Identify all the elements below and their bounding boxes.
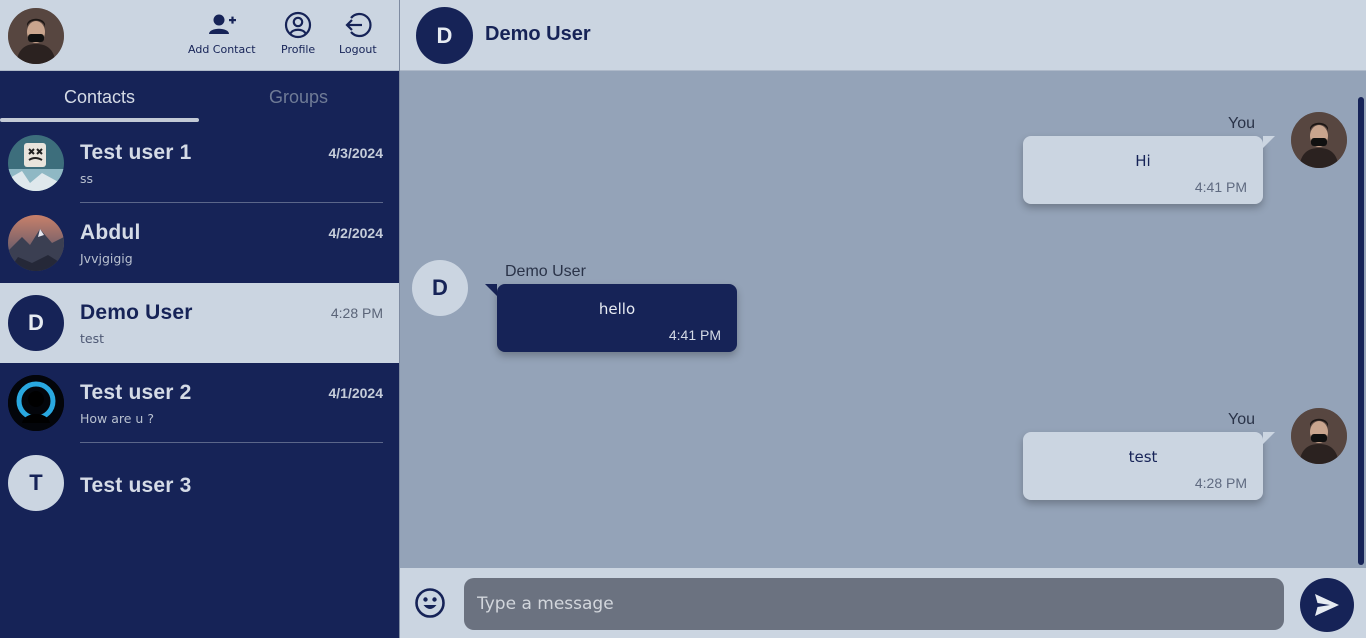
tab-bar: Contacts Groups [0,71,399,123]
contact-avatar [8,375,64,431]
message-time: 4:41 PM [1194,179,1247,195]
contact-preview: test [80,331,105,346]
user-circle-icon [284,11,312,39]
sender-avatar [1291,408,1347,464]
sender-avatar: D [412,260,468,316]
message-sender: Demo User [505,263,586,280]
contact-item-abdul[interactable]: Abdul Jvvjgigig 4/2/2024 [0,203,399,283]
sidebar: Add Contact Profile Logout Contacts Grou… [0,0,399,638]
chat-title: Demo User [485,23,591,45]
message-bubble-incoming: hello 4:41 PM [497,284,737,352]
chat-avatar[interactable]: D [416,7,473,64]
logout-button[interactable]: Logout [339,10,377,56]
message-sender: You [1228,411,1255,428]
my-avatar[interactable] [8,8,64,64]
message-bubble-outgoing: Hi 4:41 PM [1023,136,1263,204]
message-scrollbar[interactable] [1358,97,1364,565]
tab-groups[interactable]: Groups [199,71,398,123]
chat-panel: D Demo User You Hi 4:41 PM D Demo User h… [399,0,1366,638]
profile-button[interactable]: Profile [281,10,315,56]
contact-avatar [8,215,64,271]
contact-preview: How are u ? [80,411,154,426]
contact-item-demo-user[interactable]: D Demo User test 4:28 PM [0,283,399,363]
message-list[interactable]: You Hi 4:41 PM D Demo User hello 4:41 PM… [400,72,1366,567]
bubble-tail [1263,136,1275,148]
contact-item-test-user-2[interactable]: Test user 2 How are u ? 4/1/2024 [0,363,399,443]
bubble-tail [1263,432,1275,444]
contact-avatar: T [8,455,64,511]
message-time: 4:41 PM [668,327,721,343]
emoji-button[interactable] [414,587,446,619]
contact-name: Test user 3 [80,474,192,497]
message-time: 4:28 PM [1194,475,1247,491]
message-sender: You [1228,115,1255,132]
send-button[interactable] [1300,578,1354,632]
chat-header: D Demo User [400,0,1366,71]
contact-name: Test user 1 [80,141,192,164]
tab-contacts[interactable]: Contacts [0,71,199,123]
add-contact-button[interactable]: Add Contact [188,10,256,56]
contact-preview: ss [80,171,94,186]
add-user-icon [208,14,236,34]
contact-name: Test user 2 [80,381,192,404]
message-text: test [1128,448,1158,466]
message-text: Hi [1135,152,1151,170]
sender-avatar [1291,112,1347,168]
send-icon [1315,594,1339,616]
profile-label: Profile [281,43,316,56]
smiley-icon [415,588,445,618]
message-input[interactable] [464,578,1284,630]
contact-preview: Jvvjgigig [80,251,133,266]
contact-date: 4/2/2024 [328,225,384,241]
contact-name: Demo User [80,301,193,324]
contact-date: 4/3/2024 [328,145,384,161]
bubble-tail [485,284,497,296]
logout-label: Logout [339,43,377,56]
contact-item-test-user-1[interactable]: Test user 1 ss 4/3/2024 [0,123,399,203]
contact-avatar [8,135,64,191]
active-tab-indicator [0,118,199,122]
contact-item-test-user-3[interactable]: T Test user 3 [0,443,399,523]
contact-name: Abdul [80,221,141,244]
sidebar-header: Add Contact Profile Logout [0,0,399,71]
contact-avatar: D [8,295,64,351]
logout-icon [345,12,372,38]
contact-date: 4:28 PM [330,305,383,321]
message-bubble-outgoing: test 4:28 PM [1023,432,1263,500]
message-composer [400,568,1366,638]
contact-date: 4/1/2024 [328,385,384,401]
message-text: hello [598,300,636,318]
add-contact-label: Add Contact [188,43,256,56]
